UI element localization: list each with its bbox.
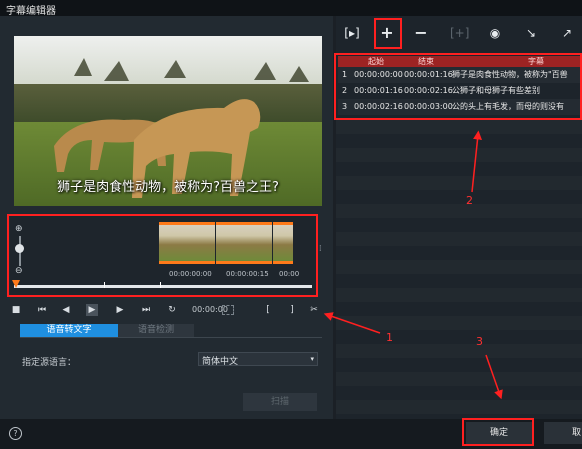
next-icon[interactable]: ⏭: [140, 304, 152, 316]
annotation-number-3: 3: [476, 335, 483, 348]
table-empty-row: [336, 148, 582, 162]
language-label: 指定源语言：: [22, 358, 77, 368]
video-preview[interactable]: 狮子是肉食性动物，被称为?百兽之王?: [14, 36, 322, 206]
table-empty-row: [336, 344, 582, 358]
annotation-number-2: 2: [466, 194, 473, 207]
scan-button[interactable]: 扫描: [243, 393, 317, 411]
table-empty-row: [336, 176, 582, 190]
time-field-suffix[interactable]: [222, 305, 234, 315]
tab-divider: [20, 337, 322, 338]
annotation-number-1: 1: [386, 331, 393, 344]
repeat-icon[interactable]: ↻: [166, 304, 178, 316]
table-empty-row: [336, 232, 582, 246]
tab-speech-to-text[interactable]: 语音转文字: [20, 324, 118, 337]
play-subtitle-icon[interactable]: [▸]: [343, 24, 361, 42]
table-empty-row: [336, 120, 582, 134]
table-empty-row: [336, 316, 582, 330]
question-icon[interactable]: ?: [9, 427, 22, 440]
tab-voice-detect[interactable]: 语音检测: [118, 324, 194, 337]
speech-icon[interactable]: ◉: [486, 24, 504, 42]
subtitle-overlay: 狮子是肉食性动物，被称为?百兽之王?: [57, 180, 279, 195]
previous-icon[interactable]: ⏮: [36, 304, 48, 316]
language-select-value: 简体中文: [202, 357, 239, 367]
table-empty-row: [336, 288, 582, 302]
stop-icon[interactable]: ■: [10, 304, 22, 316]
export-icon[interactable]: ↗: [558, 24, 576, 42]
play-icon[interactable]: ▶: [86, 304, 98, 316]
cancel-button[interactable]: 取: [544, 422, 582, 444]
import-icon[interactable]: ↘: [522, 24, 540, 42]
table-empty-row: [336, 372, 582, 386]
table-empty-row: [336, 400, 582, 414]
step-back-icon[interactable]: ◀: [60, 304, 72, 316]
table-empty-row: [336, 260, 582, 274]
language-select[interactable]: 简体中文 ▾: [198, 352, 318, 367]
scissors-icon[interactable]: ✂: [308, 304, 320, 316]
mark-out-icon[interactable]: ]: [286, 304, 298, 316]
title-bar: 字幕编辑器: [0, 0, 582, 17]
mark-in-icon[interactable]: [: [262, 304, 274, 316]
window-title: 字幕编辑器: [6, 6, 56, 17]
table-empty-row: [336, 204, 582, 218]
annotation-box-timeline: [7, 214, 318, 297]
annotation-box-add: [374, 18, 402, 49]
annotation-box-ok: [462, 418, 534, 446]
merge-icon[interactable]: [+]: [450, 24, 469, 42]
step-forward-icon[interactable]: ▶: [114, 304, 126, 316]
annotation-box-table: [334, 53, 582, 120]
chevron-down-icon: ▾: [310, 355, 314, 363]
minus-icon[interactable]: −: [412, 24, 430, 42]
